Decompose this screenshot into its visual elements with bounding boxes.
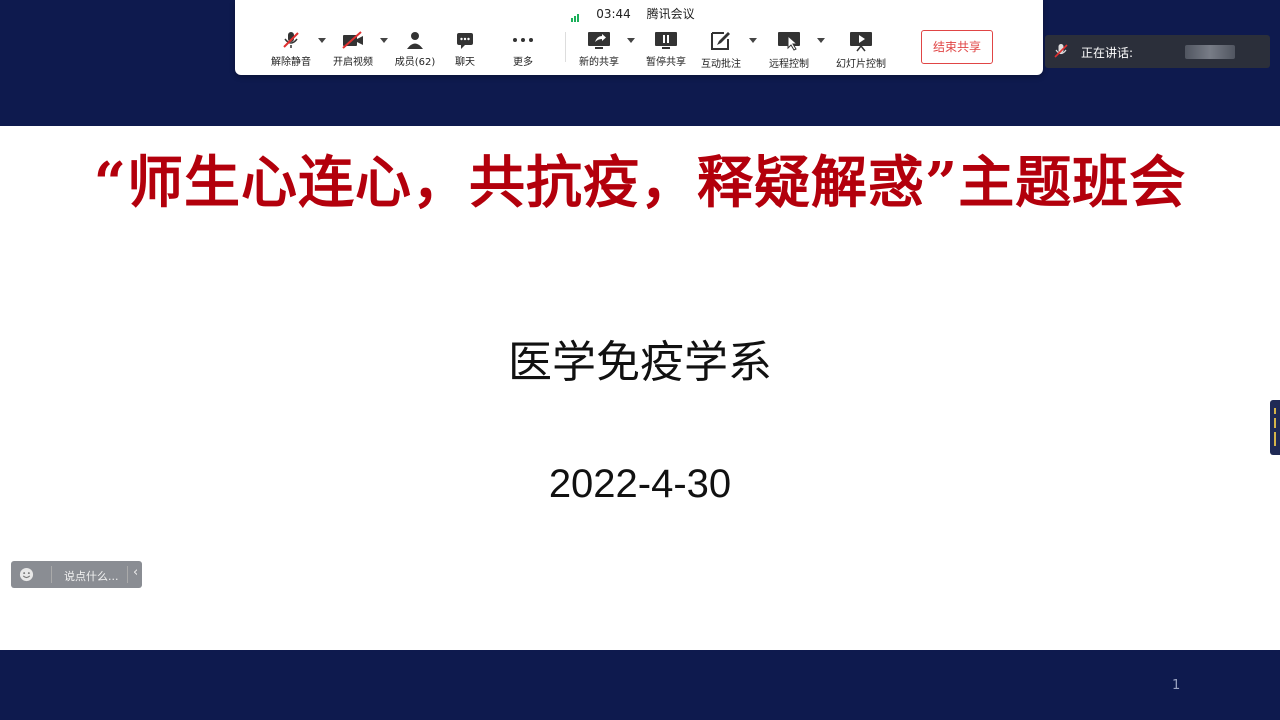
remote-control-label: 远程控制	[769, 59, 809, 70]
remote-control-button[interactable]: 远程控制	[759, 30, 819, 70]
new-share-button[interactable]: 新的共享	[569, 30, 629, 68]
remote-control-dropdown[interactable]	[817, 38, 825, 43]
chat-input[interactable]: 说点什么... ‹	[11, 561, 142, 588]
slide-title: “师生心连心，共抗疫，释疑解惑”主题班会	[93, 150, 1187, 216]
more-dots-icon	[513, 38, 533, 42]
pause-icon	[655, 32, 677, 49]
bottom-band	[0, 650, 1280, 720]
mic-muted-icon	[283, 32, 299, 48]
speaking-panel: 正在讲话:	[1045, 35, 1270, 68]
pause-share-label: 暂停共享	[646, 57, 686, 68]
emoji-icon[interactable]	[19, 567, 34, 582]
side-panel-handle[interactable]	[1270, 400, 1280, 455]
app-name: 腾讯会议	[646, 7, 695, 21]
slide-control-button[interactable]: 幻灯片控制	[825, 30, 897, 70]
remote-control-icon	[778, 32, 800, 51]
unmute-label: 解除静音	[271, 57, 311, 68]
share-dropdown[interactable]	[627, 38, 635, 43]
annotate-label: 互动批注	[701, 59, 741, 70]
chevron-left-icon[interactable]: ‹	[133, 565, 138, 580]
chat-label: 聊天	[455, 57, 475, 68]
status-bar: 03:44 腾讯会议	[235, 5, 1043, 22]
slide-subtitle: 医学免疫学系	[508, 337, 772, 388]
members-label: 成员(62)	[394, 57, 436, 68]
toolbar-separator	[565, 32, 566, 62]
person-icon	[407, 32, 423, 49]
annotate-dropdown[interactable]	[749, 38, 757, 43]
chat-button[interactable]: 聊天	[435, 30, 495, 68]
speaker-name-redacted	[1185, 45, 1235, 59]
video-off-icon	[342, 31, 363, 49]
mic-muted-icon	[1054, 44, 1068, 58]
end-share-button[interactable]: 结束共享	[921, 30, 993, 64]
speaking-label: 正在讲话:	[1081, 46, 1134, 60]
new-share-label: 新的共享	[579, 57, 619, 68]
annotate-pen-icon	[711, 32, 730, 50]
chat-bubble-icon	[457, 33, 473, 49]
meeting-time: 03:44	[596, 7, 631, 21]
chat-divider	[51, 566, 52, 583]
slide-control-label: 幻灯片控制	[836, 59, 886, 70]
share-screen-icon	[588, 32, 610, 49]
chat-divider	[127, 566, 128, 583]
pause-share-button[interactable]: 暂停共享	[636, 30, 696, 68]
chat-placeholder: 说点什么...	[64, 570, 119, 583]
unmute-button[interactable]: 解除静音	[261, 30, 321, 68]
page-number: 1	[1172, 678, 1181, 693]
more-label: 更多	[513, 57, 533, 68]
slide-date: 2022-4-30	[548, 462, 732, 506]
meeting-toolbar: 03:44 腾讯会议 解除静音 开启视频 成员(62) 聊天 更多 新的共享 暂…	[235, 0, 1043, 75]
start-video-button[interactable]: 开启视频	[323, 30, 383, 68]
annotate-button[interactable]: 互动批注	[691, 30, 751, 70]
signal-icon	[571, 8, 580, 22]
more-button[interactable]: 更多	[493, 30, 553, 68]
slideshow-icon	[850, 32, 872, 52]
start-video-label: 开启视频	[333, 57, 373, 68]
